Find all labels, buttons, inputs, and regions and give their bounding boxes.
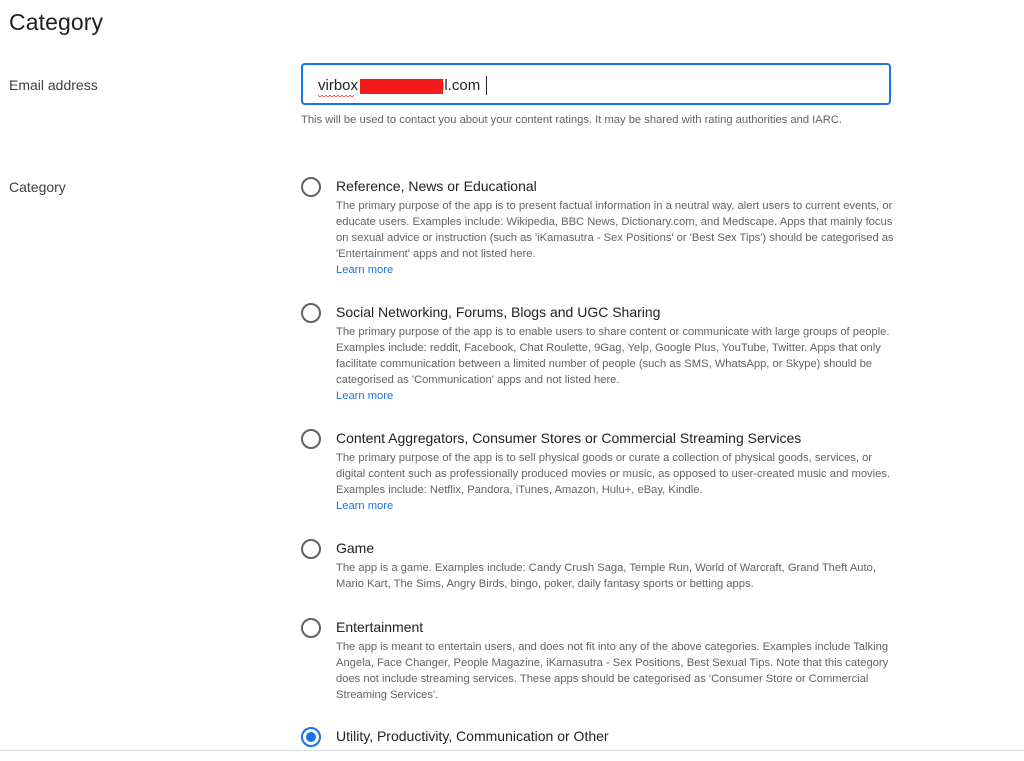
option-description: The app is a game. Examples include: Can… xyxy=(336,560,896,592)
radio-button[interactable] xyxy=(301,177,321,197)
page-title: Category xyxy=(9,9,104,35)
radio-button[interactable] xyxy=(301,539,321,559)
option-description: The app is meant to entertain users, and… xyxy=(336,639,896,703)
category-label: Category xyxy=(9,179,66,195)
radio-button[interactable] xyxy=(301,618,321,638)
email-helper-text: This will be used to contact you about y… xyxy=(301,114,843,126)
learn-more-link[interactable]: Learn more xyxy=(336,388,896,404)
radio-button[interactable] xyxy=(301,429,321,449)
option-description-text: The primary purpose of the app is to sel… xyxy=(336,452,891,496)
option-title: Utility, Productivity, Communication or … xyxy=(336,728,609,744)
radio-button[interactable] xyxy=(301,303,321,323)
email-label: Email address xyxy=(9,77,98,93)
option-description: The primary purpose of the app is to ena… xyxy=(336,324,896,404)
email-field[interactable]: virbox il.com xyxy=(301,63,891,105)
option-description-text: The app is meant to entertain users, and… xyxy=(336,641,889,701)
email-value-prefix: virbox xyxy=(318,77,359,94)
radio-button-selected[interactable] xyxy=(301,727,321,747)
radio-dot xyxy=(306,732,316,742)
bottom-divider xyxy=(0,750,1024,751)
option-description-text: The primary purpose of the app is to pre… xyxy=(336,200,894,260)
option-description: The primary purpose of the app is to pre… xyxy=(336,198,896,278)
option-description-text: The app is a game. Examples include: Can… xyxy=(336,562,876,590)
option-title: Reference, News or Educational xyxy=(336,178,537,194)
option-description-text: The primary purpose of the app is to ena… xyxy=(336,326,890,386)
option-title: Content Aggregators, Consumer Stores or … xyxy=(336,430,802,446)
option-title: Game xyxy=(336,540,375,556)
text-caret xyxy=(486,76,487,95)
email-value-suffix: il.com xyxy=(441,77,481,94)
learn-more-link[interactable]: Learn more xyxy=(336,498,896,514)
spellcheck-underline xyxy=(318,95,354,98)
learn-more-link[interactable]: Learn more xyxy=(336,262,896,278)
option-title: Entertainment xyxy=(336,619,424,635)
option-title: Social Networking, Forums, Blogs and UGC… xyxy=(336,304,661,320)
option-description: The primary purpose of the app is to sel… xyxy=(336,450,896,514)
redaction-mark xyxy=(360,79,443,94)
